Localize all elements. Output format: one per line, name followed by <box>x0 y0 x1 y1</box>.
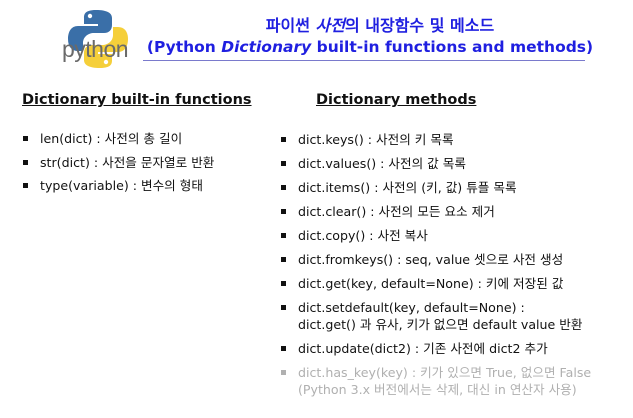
bullet-icon <box>23 136 28 141</box>
dictionary-method-text: dict.update(dict2) : 기존 사전에 dict2 추가 <box>298 341 548 356</box>
dictionary-method-text: (Python 3.x 버전에서는 삭제, 대신 in 연산자 사용) <box>298 382 577 397</box>
page-title-english: (Python Dictionary built-in functions an… <box>140 38 600 56</box>
dictionary-method-text: dict.setdefault(key, default=None) : <box>298 300 525 315</box>
dictionary-method-item: dict.update(dict2) : 기존 사전에 dict2 추가 <box>280 340 591 357</box>
dictionary-method-text: dict.values() : 사전의 값 목록 <box>298 156 466 171</box>
bullet-icon <box>281 257 286 262</box>
bullet-icon <box>281 346 286 351</box>
dictionary-methods-heading: Dictionary methods <box>316 92 477 108</box>
bullet-icon <box>281 185 286 190</box>
dictionary-method-text: dict.get(key, default=None) : 키에 저장된 값 <box>298 276 564 291</box>
dictionary-method-item: dict.clear() : 사전의 모든 요소 제거 <box>280 203 591 220</box>
builtin-function-text: len(dict) : 사전의 총 길이 <box>40 131 183 146</box>
title-underline <box>143 60 585 61</box>
dictionary-methods-list: dict.keys() : 사전의 키 목록 dict.values() : 사전… <box>280 131 591 405</box>
page-title-korean: 파이썬 사전의 내장함수 및 메소드 <box>190 12 570 36</box>
title-korean-italic: 사전 <box>315 16 345 35</box>
dictionary-method-item: dict.get(key, default=None) : 키에 저장된 값 <box>280 275 591 292</box>
dictionary-method-item: dict.keys() : 사전의 키 목록 <box>280 131 591 148</box>
dictionary-method-text: dict.get() 과 유사, 키가 없으면 default value 반환 <box>298 317 583 332</box>
bullet-icon <box>281 233 286 238</box>
dictionary-method-item: dict.setdefault(key, default=None) : dict… <box>280 299 591 333</box>
bullet-icon <box>23 159 28 165</box>
bullet-icon <box>281 161 286 166</box>
dictionary-method-text: dict.has_key(key) : 키가 있으면 True, 없으면 Fal… <box>298 365 592 380</box>
title-korean-suffix: 의 내장함수 및 메소드 <box>344 16 495 35</box>
dictionary-method-item: dict.has_key(key) : 키가 있으면 True, 없으면 Fal… <box>280 364 591 398</box>
builtin-function-item: type(variable) : 변수의 형태 <box>22 177 214 194</box>
title-korean-prefix: 파이썬 <box>265 16 316 35</box>
bullet-icon <box>281 305 286 310</box>
dictionary-method-item: dict.copy() : 사전 복사 <box>280 227 591 244</box>
builtin-functions-list: len(dict) : 사전의 총 길이 str(dict) : 사전을 문자열로… <box>22 130 214 201</box>
bullet-icon <box>281 370 286 375</box>
bullet-icon <box>281 209 286 214</box>
title-english-italic: Dictionary <box>221 38 312 56</box>
dictionary-method-text: dict.fromkeys() : seq, value 셋으로 사전 생성 <box>298 252 564 267</box>
dictionary-method-item: dict.fromkeys() : seq, value 셋으로 사전 생성 <box>280 251 591 268</box>
dictionary-method-text: dict.copy() : 사전 복사 <box>298 228 428 243</box>
dictionary-method-text: dict.items() : 사전의 (키, 값) 튜플 목록 <box>298 180 517 195</box>
bullet-icon <box>281 281 286 286</box>
dictionary-method-text: dict.keys() : 사전의 키 목록 <box>298 132 454 147</box>
title-english-suffix: built-in functions and methods) <box>311 38 594 56</box>
python-logo-text: python <box>62 36 129 62</box>
bullet-icon <box>281 137 286 142</box>
builtin-function-item: len(dict) : 사전의 총 길이 <box>22 130 214 147</box>
dictionary-method-item: dict.items() : 사전의 (키, 값) 튜플 목록 <box>280 179 591 196</box>
builtin-function-item: str(dict) : 사전을 문자열로 반환 <box>22 154 214 171</box>
bullet-icon <box>23 183 28 188</box>
builtin-function-text: type(variable) : 변수의 형태 <box>40 178 203 193</box>
title-english-prefix: (Python <box>146 38 222 56</box>
dictionary-method-item: dict.values() : 사전의 값 목록 <box>280 155 591 172</box>
builtin-functions-heading: Dictionary built-in functions <box>22 92 252 108</box>
dictionary-method-text: dict.clear() : 사전의 모든 요소 제거 <box>298 204 495 219</box>
builtin-function-text: str(dict) : 사전을 문자열로 반환 <box>40 154 215 170</box>
